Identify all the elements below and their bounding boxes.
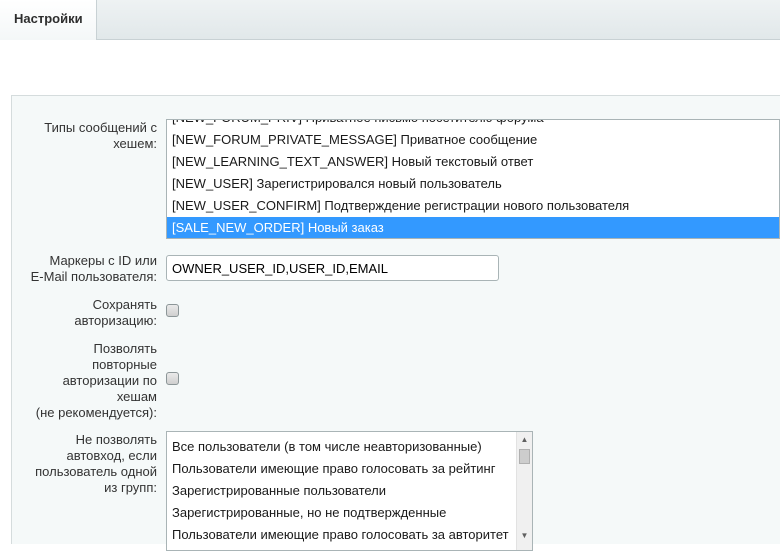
list-item[interactable]: Все пользователи (в том числе неавторизо… [167,436,532,458]
deny-groups-listbox[interactable]: Все пользователи (в том числе неавторизо… [166,431,533,551]
markers-input[interactable]: OWNER_USER_ID,USER_ID,EMAIL [166,255,499,281]
save-auth-label: Сохранять авторизацию: [74,297,157,328]
list-item[interactable]: Зарегистрированные, но не подтвержденные [167,502,532,524]
deny-groups-label: Не позволять автовход, если пользователь… [35,432,157,495]
tab-bar: Настройки [0,0,780,40]
scroll-thumb[interactable] [519,449,530,464]
list-item[interactable]: [NEW_USER_CONFIRM] Подтверждение регистр… [167,195,779,217]
list-item[interactable]: Пользователи имеющие право голосовать за… [167,524,532,546]
allow-repeat-label: Позволять повторные авторизации по хешам… [35,341,157,420]
list-item[interactable]: [NEW_FORUM_PRIV] Приватное письмо посети… [167,120,779,129]
message-types-label: Типы сообщений с хешем: [44,120,157,151]
markers-label: Маркеры с ID или E-Mail пользователя: [30,253,157,284]
scroll-down-arrow-icon[interactable]: ▼ [517,528,532,544]
save-auth-checkbox[interactable] [166,304,179,317]
list-item[interactable]: [NEW_FORUM_PRIVATE_MESSAGE] Приватное со… [167,129,779,151]
allow-repeat-checkbox[interactable] [166,372,179,385]
list-item[interactable]: Зарегистрированные пользователи [167,480,532,502]
list-item[interactable]: [NEW_LEARNING_TEXT_ANSWER] Новый текстов… [167,151,779,173]
message-types-listbox[interactable]: [NEW_FORUM_PRIV] Приватное письмо посети… [166,119,780,239]
tab-settings[interactable]: Настройки [0,0,97,40]
list-item[interactable]: Пользователи имеющие право голосовать за… [167,458,532,480]
tab-settings-label: Настройки [14,11,83,26]
deny-groups-scrollbar[interactable]: ▲ ▼ [516,432,532,550]
list-item-selected[interactable]: [SALE_NEW_ORDER] Новый заказ [167,217,779,238]
scroll-up-arrow-icon[interactable]: ▲ [517,432,532,448]
list-item[interactable]: [NEW_USER] Зарегистрировался новый польз… [167,173,779,195]
